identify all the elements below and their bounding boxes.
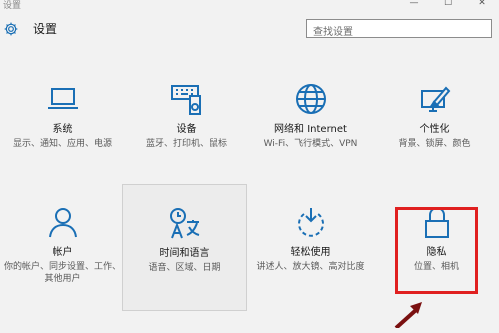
gear-icon bbox=[4, 22, 18, 36]
tile-name: 轻松使用 bbox=[290, 247, 331, 258]
tile-desc: 背景、锁屏、颜色 bbox=[398, 139, 471, 149]
globe-icon bbox=[295, 84, 326, 114]
annotation-arrow-icon bbox=[394, 302, 422, 328]
minimize-button[interactable]: — bbox=[397, 0, 431, 9]
tile-name: 帐户 bbox=[52, 247, 73, 258]
tile-ease-of-access[interactable]: 轻松使用 讲述人、放大镜、高对比度 bbox=[248, 205, 373, 333]
paint-monitor-icon bbox=[420, 86, 450, 112]
title-bar: 设置 — ☐ ✕ bbox=[0, 0, 499, 14]
tile-desc: 语音、区域、日期 bbox=[148, 263, 221, 273]
tile-name: 设备 bbox=[176, 124, 197, 135]
tile-network[interactable]: 网络和 Internet Wi-Fi、飞行模式、VPN bbox=[248, 82, 373, 210]
person-icon bbox=[48, 208, 77, 238]
close-button[interactable]: ✕ bbox=[465, 0, 499, 9]
tile-desc: 蓝牙、打印机、鼠标 bbox=[145, 139, 227, 149]
laptop-icon bbox=[47, 88, 78, 109]
tile-name: 个性化 bbox=[419, 124, 450, 135]
tile-desc: 显示、通知、应用、电源 bbox=[12, 139, 112, 149]
tile-accounts[interactable]: 帐户 你的帐户、同步设置、工作、其他用户 bbox=[0, 205, 125, 333]
search-input[interactable] bbox=[307, 24, 473, 41]
window-controls: — ☐ ✕ bbox=[397, 0, 499, 9]
tile-name: 网络和 Internet bbox=[274, 124, 347, 135]
tile-desc: 你的帐户、同步设置、工作、其他用户 bbox=[4, 262, 122, 284]
tile-desc: Wi-Fi、飞行模式、VPN bbox=[263, 139, 358, 149]
tile-name: 时间和语言 bbox=[159, 248, 210, 259]
keyboard-speaker-icon bbox=[170, 85, 201, 115]
search-box[interactable] bbox=[306, 19, 492, 41]
tile-desc: 讲述人、放大镜、高对比度 bbox=[256, 262, 365, 272]
page-title: 设置 bbox=[33, 22, 58, 36]
maximize-button[interactable]: ☐ bbox=[431, 0, 465, 9]
clock-language-icon bbox=[169, 208, 199, 239]
tile-system[interactable]: 系统 显示、通知、应用、电源 bbox=[0, 82, 125, 210]
tile-name: 系统 bbox=[52, 124, 73, 135]
highlight-box bbox=[395, 207, 478, 294]
tile-personalization[interactable]: 个性化 背景、锁屏、颜色 bbox=[372, 82, 497, 210]
window-title: 设置 bbox=[3, 1, 22, 11]
ease-of-access-icon bbox=[297, 208, 324, 237]
tile-time-language[interactable]: 时间和语言 语音、区域、日期 bbox=[122, 184, 247, 311]
